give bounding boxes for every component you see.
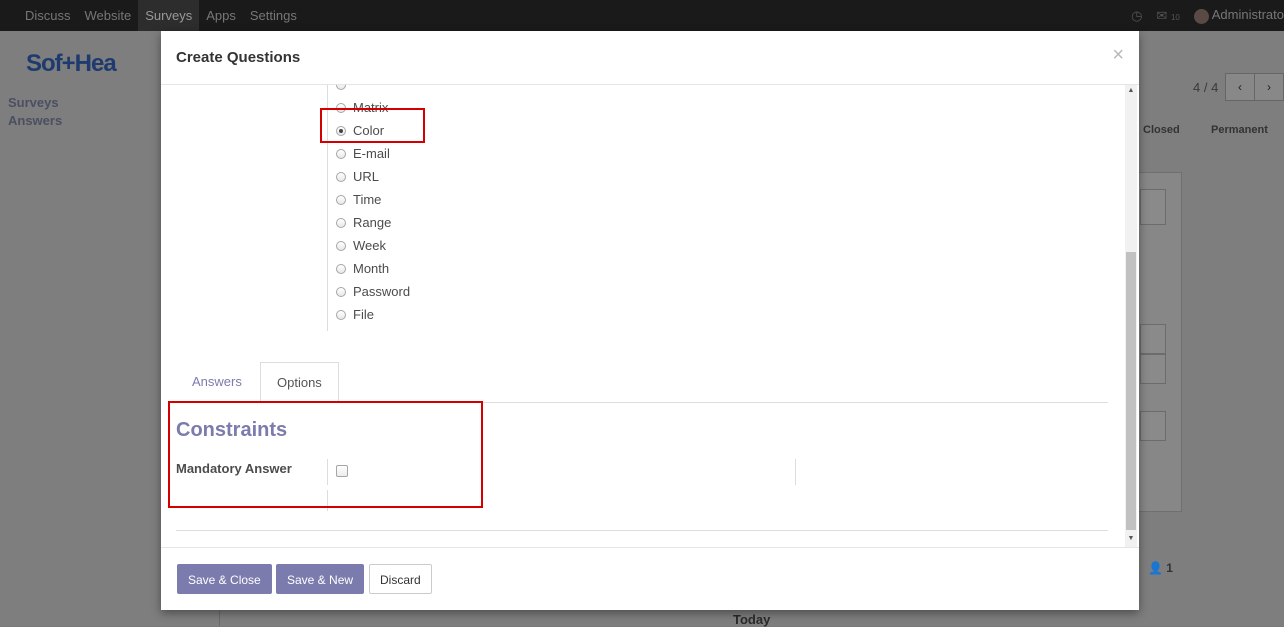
dialog-body: Matrix Color E-mail URL Time Range Week … bbox=[161, 85, 1139, 547]
radio-option-file[interactable]: File bbox=[336, 303, 410, 326]
background-sidebar: Surveys Answers bbox=[8, 94, 62, 130]
radio-label: File bbox=[353, 307, 374, 322]
save-close-button[interactable]: Save & Close bbox=[177, 564, 272, 594]
menu-discuss[interactable]: Discuss bbox=[18, 0, 78, 31]
divider bbox=[176, 530, 1108, 531]
scroll-up-arrow-icon[interactable]: ▲ bbox=[1125, 87, 1137, 97]
sidebar-item-surveys[interactable]: Surveys bbox=[8, 94, 62, 112]
radio-option-week[interactable]: Week bbox=[336, 234, 410, 257]
status-closed[interactable]: Closed bbox=[1143, 124, 1180, 136]
radio-label: URL bbox=[353, 169, 380, 184]
menu-apps[interactable]: Apps bbox=[199, 0, 243, 31]
pager-value: 4 / 4 bbox=[1193, 80, 1219, 95]
radio-option-url[interactable]: URL bbox=[336, 165, 410, 188]
scrollbar-thumb[interactable] bbox=[1126, 252, 1136, 530]
radio-option-password[interactable]: Password bbox=[336, 280, 410, 303]
save-new-button[interactable]: Save & New bbox=[276, 564, 365, 594]
radio-button[interactable] bbox=[336, 85, 346, 90]
radio-label: Range bbox=[353, 215, 392, 230]
menu-surveys[interactable]: Surveys bbox=[138, 0, 200, 31]
radio-label: Month bbox=[353, 261, 390, 276]
form-field bbox=[1140, 411, 1166, 441]
scroll-down-arrow-icon[interactable]: ▼ bbox=[1125, 535, 1137, 545]
radio-option-cut[interactable] bbox=[336, 85, 410, 96]
radio-button[interactable] bbox=[336, 286, 346, 297]
company-logo: Sof+Hea bbox=[26, 50, 117, 77]
clock-icon[interactable]: ◷ bbox=[1131, 8, 1142, 24]
form-field bbox=[1140, 189, 1166, 225]
followers-count-value: 1 bbox=[1166, 561, 1173, 575]
pager-next-button[interactable]: › bbox=[1254, 73, 1284, 101]
followers-count[interactable]: 👤 1 bbox=[1148, 561, 1173, 575]
radio-option-range[interactable]: Range bbox=[336, 211, 410, 234]
radio-label: Time bbox=[353, 192, 382, 207]
pager-previous-button[interactable]: ‹ bbox=[1225, 73, 1255, 101]
today-label: Today bbox=[733, 612, 771, 627]
dialog-header: Create Questions × bbox=[161, 31, 1139, 85]
field-divider bbox=[795, 459, 796, 485]
menu-website[interactable]: Website bbox=[78, 0, 139, 31]
tab-options[interactable]: Options bbox=[260, 362, 339, 403]
highlight-box-constraints bbox=[168, 401, 483, 508]
highlight-box-color bbox=[320, 108, 425, 143]
radio-label: E-mail bbox=[353, 146, 390, 161]
chat-icon[interactable]: ✉ 10 bbox=[1156, 8, 1179, 24]
radio-option-month[interactable]: Month bbox=[336, 257, 410, 280]
notebook-tabs: Answers Options bbox=[176, 362, 1108, 403]
radio-label: Week bbox=[353, 238, 386, 253]
user-menu[interactable]: Administrato bbox=[1193, 7, 1284, 24]
user-name: Administrato bbox=[1211, 7, 1284, 23]
form-field bbox=[1140, 354, 1166, 384]
app-menu: Discuss Website Surveys Apps Settings bbox=[18, 0, 304, 31]
close-icon[interactable]: × bbox=[1112, 44, 1124, 67]
top-navbar: Discuss Website Surveys Apps Settings ◷ … bbox=[0, 0, 1284, 31]
radio-label: Password bbox=[353, 284, 411, 299]
dialog-footer: Save & Close Save & New Discard bbox=[161, 547, 1139, 611]
tab-answers[interactable]: Answers bbox=[176, 362, 258, 401]
radio-option-email[interactable]: E-mail bbox=[336, 142, 410, 165]
radio-button[interactable] bbox=[336, 309, 346, 320]
chat-count: 10 bbox=[1170, 12, 1180, 22]
create-questions-dialog: Create Questions × Matrix Color E-mail U… bbox=[161, 31, 1139, 610]
radio-button[interactable] bbox=[336, 217, 346, 228]
sidebar-item-answers[interactable]: Answers bbox=[8, 112, 62, 130]
radio-button[interactable] bbox=[336, 194, 346, 205]
radio-button[interactable] bbox=[336, 171, 346, 182]
status-permanent[interactable]: Permanent bbox=[1211, 124, 1268, 136]
menu-settings[interactable]: Settings bbox=[243, 0, 304, 31]
scrollbar[interactable]: ▲ ▼ bbox=[1125, 85, 1137, 547]
radio-button[interactable] bbox=[336, 263, 346, 274]
radio-button[interactable] bbox=[336, 148, 346, 159]
discard-button[interactable]: Discard bbox=[369, 564, 432, 594]
radio-button[interactable] bbox=[336, 240, 346, 251]
avatar bbox=[1193, 8, 1209, 24]
systray: ◷ ✉ 10 Administrato bbox=[1131, 0, 1284, 31]
dialog-title: Create Questions bbox=[176, 49, 301, 66]
form-field bbox=[1140, 324, 1166, 354]
radio-option-time[interactable]: Time bbox=[336, 188, 410, 211]
